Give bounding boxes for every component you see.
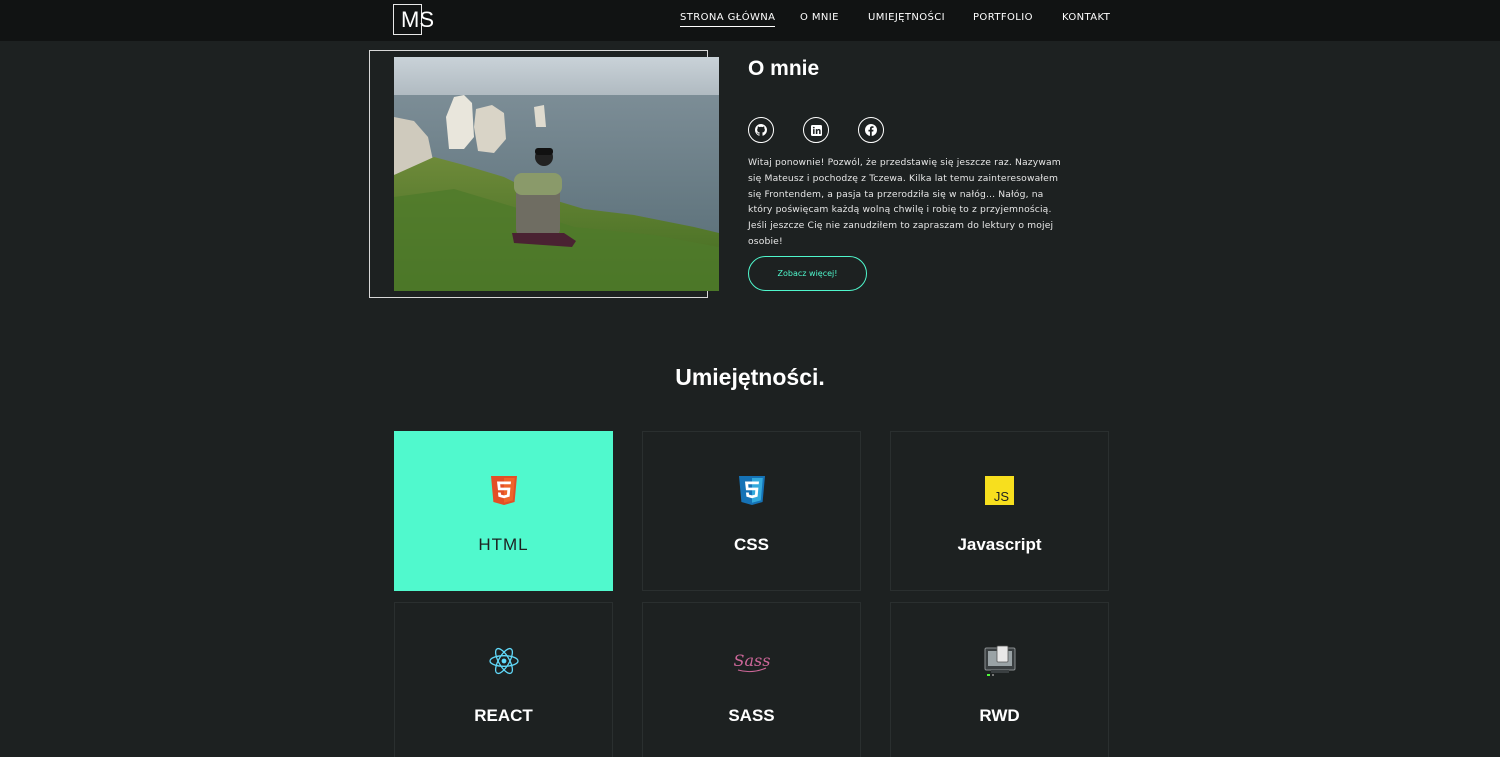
skill-label: RWD — [979, 706, 1020, 725]
about-title: O mnie — [748, 57, 820, 80]
nav-item-portfolio[interactable]: PORTFOLIO — [973, 12, 1033, 23]
linkedin-icon — [810, 121, 822, 140]
skill-card-sass[interactable]: Sass SASS — [642, 602, 861, 757]
about-line: się Mateusz i pochodzę z Tczewa. Kilka l… — [748, 172, 1059, 184]
facebook-icon — [865, 121, 877, 140]
about-description: Witaj ponownie! Pozwól, że przedstawię s… — [748, 155, 1088, 250]
css3-icon — [643, 474, 860, 506]
github-link[interactable] — [748, 117, 774, 143]
skill-card-rwd[interactable]: RWD — [890, 602, 1109, 757]
about-line: osobie! — [748, 235, 783, 247]
facebook-link[interactable] — [858, 117, 884, 143]
nav-item-about[interactable]: O MNIE — [800, 12, 839, 23]
about-line: Witaj ponownie! Pozwól, że przedstawię s… — [748, 157, 1061, 168]
github-icon — [755, 121, 767, 140]
html5-icon — [395, 474, 612, 506]
nav-item-home[interactable]: STRONA GŁÓWNA — [680, 12, 776, 27]
profile-photo — [394, 57, 719, 291]
skill-card-javascript[interactable]: JS Javascript — [890, 431, 1109, 591]
nav-item-skills[interactable]: UMIEJĘTNOŚCI — [868, 12, 945, 23]
skill-card-css[interactable]: CSS — [642, 431, 861, 591]
skill-card-react[interactable]: REACT — [394, 602, 613, 757]
javascript-icon: JS — [891, 474, 1108, 506]
about-line: który poświęcam każdą wolną chwilę i rob… — [748, 204, 1052, 216]
skill-label: SASS — [728, 706, 775, 725]
see-more-button[interactable]: Zobacz więcej! — [748, 256, 867, 291]
svg-text:JS: JS — [994, 489, 1010, 504]
react-icon — [395, 645, 612, 677]
nav-item-contact[interactable]: KONTAKT — [1062, 12, 1110, 23]
skill-label: REACT — [474, 706, 533, 725]
skill-label: HTML — [478, 535, 529, 554]
sass-icon: Sass — [643, 645, 860, 677]
skill-label: Javascript — [957, 535, 1042, 554]
about-line: Jeśli jeszcze Cię nie zanudziłem to zapr… — [748, 220, 1054, 232]
rwd-icon — [891, 645, 1108, 677]
about-line: się Frontendem, a pasja ta przerodziła s… — [748, 188, 1044, 200]
navbar: MS STRONA GŁÓWNA O MNIE UMIEJĘTNOŚCI POR… — [0, 0, 1500, 41]
logo[interactable]: MS — [393, 4, 437, 35]
skill-label: CSS — [734, 535, 769, 554]
logo-text: MS — [401, 7, 434, 32]
skills-title: Umiejętności. — [675, 364, 825, 390]
svg-text:Sass: Sass — [733, 651, 770, 670]
linkedin-link[interactable] — [803, 117, 829, 143]
skill-card-html[interactable]: HTML — [394, 431, 613, 591]
